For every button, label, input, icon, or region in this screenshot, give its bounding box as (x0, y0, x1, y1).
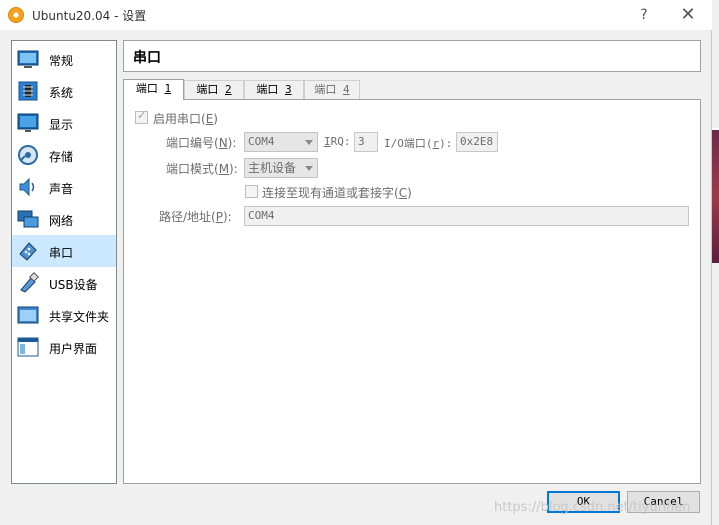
label-key: N (218, 136, 228, 150)
enable-serial-port-label: 启用串口(E) (153, 110, 218, 127)
tab-label: 端口 (196, 83, 225, 96)
port-mode-label: 端口模式(M): (166, 160, 238, 177)
window-title: Ubuntu20.04 - 设置 (32, 9, 147, 23)
tab-port-4[interactable]: 端口 4 (304, 80, 360, 99)
field-value: 3 (358, 135, 365, 148)
sidebar-item-label: 显示 (49, 118, 74, 132)
title-bar: Ubuntu20.04 - 设置 ? ✕ (0, 0, 712, 30)
label-text: 启用串口( (153, 112, 206, 126)
sidebar-item-label: 存储 (49, 150, 74, 164)
settings-sidebar: 常规 系统 显示 存储 声音 网络 串口 USB设备 共享文件夹 用户界面 (11, 40, 117, 484)
sidebar-item-shared-folders[interactable]: 共享文件夹 (12, 299, 116, 331)
settings-window: Ubuntu20.04 - 设置 ? ✕ 常规 系统 显示 存储 声音 网络 串… (0, 0, 712, 525)
sidebar-item-general[interactable]: 常规 (12, 43, 116, 75)
help-button[interactable]: ? (634, 5, 654, 25)
tab-label: 端口 (314, 83, 343, 96)
label-key: P (215, 210, 223, 224)
select-value: COM4 (248, 135, 275, 148)
label-text: 路径/地址( (159, 210, 216, 224)
tab-port-3[interactable]: 端口 3 (244, 80, 304, 99)
sidebar-item-serial-ports[interactable]: 串口 (12, 235, 116, 267)
sidebar-item-system[interactable]: 系统 (12, 75, 116, 107)
tab-key: 3 (285, 83, 292, 96)
label-suffix: ): (439, 137, 453, 150)
port-number-select[interactable]: COM4 (244, 132, 318, 152)
sidebar-item-label: 网络 (49, 214, 74, 228)
irq-field[interactable]: 3 (354, 132, 378, 152)
sidebar-item-user-interface[interactable]: 用户界面 (12, 331, 116, 363)
connect-existing-label: 连接至现有通道或套接字(C) (262, 184, 412, 201)
field-value: 0x2E8 (460, 135, 494, 148)
sidebar-item-label: USB设备 (49, 278, 98, 292)
chevron-down-icon (305, 166, 313, 171)
io-port-label: I/O端口(r): (384, 135, 452, 151)
virtualbox-app-icon (8, 7, 24, 23)
io-port-field[interactable]: 0x2E8 (456, 132, 498, 152)
sidebar-item-audio[interactable]: 声音 (12, 171, 116, 203)
sidebar-item-label: 常规 (49, 54, 74, 68)
display-icon (17, 113, 39, 132)
label-key: C (398, 186, 408, 200)
field-value: COM4 (248, 209, 275, 222)
sidebar-item-label: 串口 (49, 246, 74, 260)
label-suffix: ) (407, 186, 412, 200)
serial-port-icon (19, 242, 37, 261)
label-text: 连接至现有通道或套接字( (262, 186, 399, 200)
sidebar-item-usb[interactable]: USB设备 (12, 267, 116, 299)
path-address-label: 路径/地址(P): (159, 208, 232, 225)
sidebar-item-label: 共享文件夹 (49, 310, 110, 324)
label-suffix: ): (222, 210, 232, 224)
general-icon (17, 50, 39, 68)
label-suffix: ) (213, 112, 218, 126)
sidebar-item-network[interactable]: 网络 (12, 203, 116, 235)
background-desktop-strip (712, 128, 719, 263)
label-text: I/O端口( (384, 137, 433, 150)
audio-icon (19, 177, 35, 197)
watermark-text: https://blog.csdn.net/tiyunhen (494, 500, 691, 515)
label-key: I (324, 135, 331, 148)
label-text: RQ: (330, 135, 351, 148)
connect-existing-checkbox[interactable] (245, 185, 258, 198)
chevron-down-icon (305, 140, 313, 145)
page-title: 串口 (133, 50, 161, 66)
tab-label: 端口 (135, 82, 165, 95)
select-value: 主机设备 (248, 161, 297, 175)
label-text: 端口编号( (166, 136, 219, 150)
tab-port-2[interactable]: 端口 2 (184, 80, 244, 99)
page-header: 串口 (123, 40, 701, 72)
port-settings-panel: 启用串口(E) 端口编号(N): COM4 IRQ: 3 I/O端口(r): 0… (123, 99, 701, 484)
label-suffix: ): (227, 136, 237, 150)
label-suffix: ): (229, 162, 238, 176)
port-number-label: 端口编号(N): (166, 134, 236, 151)
sidebar-item-display[interactable]: 显示 (12, 107, 116, 139)
path-address-field[interactable]: COM4 (244, 206, 689, 226)
enable-serial-port-checkbox[interactable] (135, 109, 148, 124)
user-interface-icon (17, 337, 39, 357)
tab-key: 2 (225, 83, 232, 96)
irq-label: IRQ: (324, 135, 351, 148)
label-text: 端口模式( (166, 162, 219, 176)
close-button[interactable]: ✕ (676, 4, 700, 26)
port-mode-select[interactable]: 主机设备 (244, 158, 318, 178)
storage-icon (18, 145, 38, 165)
tab-key: 1 (164, 82, 172, 95)
sidebar-item-label: 声音 (49, 182, 74, 196)
label-key: M (218, 162, 230, 176)
shared-folder-icon (17, 306, 39, 324)
sidebar-item-label: 系统 (49, 86, 74, 100)
sidebar-item-label: 用户界面 (49, 342, 98, 356)
tab-label: 端口 (256, 83, 285, 96)
usb-icon (20, 272, 39, 293)
system-icon (18, 81, 38, 101)
tab-port-1[interactable]: 端口 1 (123, 79, 184, 100)
network-icon (17, 210, 39, 228)
sidebar-item-storage[interactable]: 存储 (12, 139, 116, 171)
tab-key: 4 (343, 83, 350, 96)
